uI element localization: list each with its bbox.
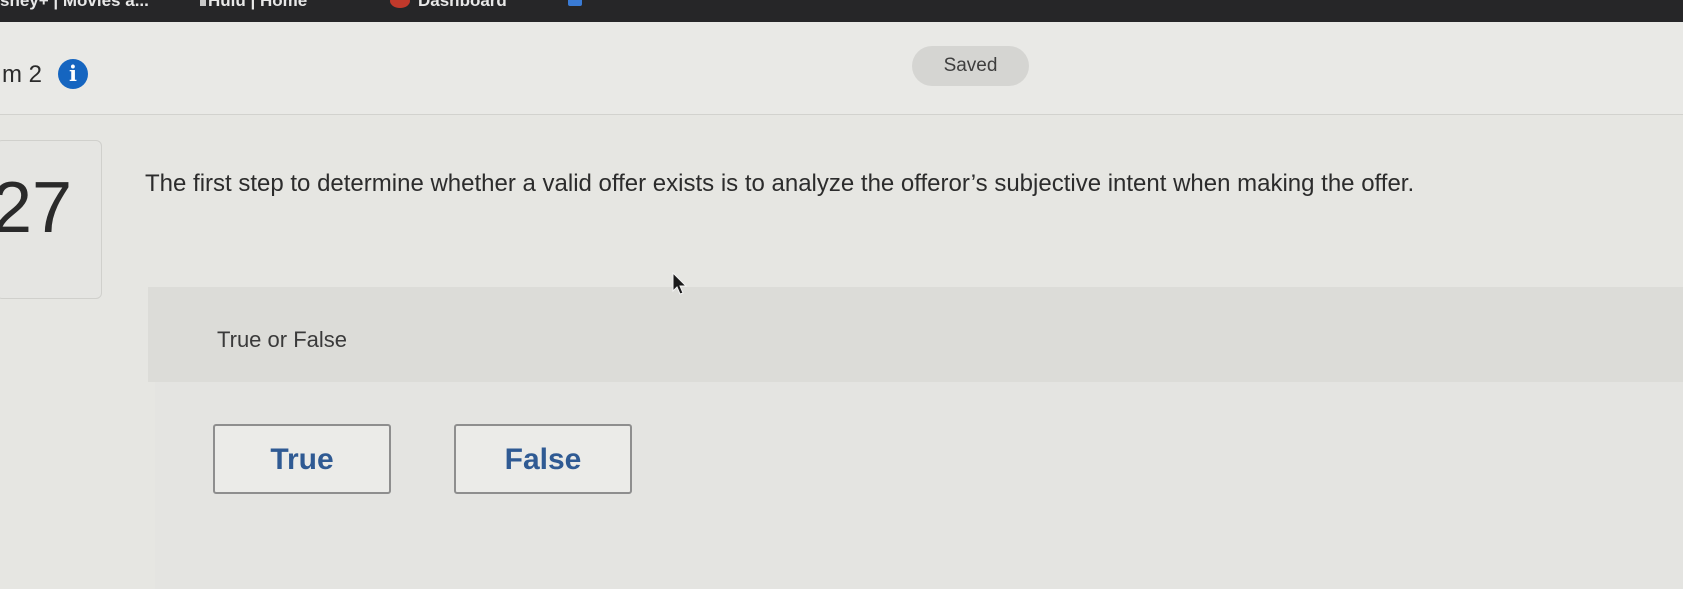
bookmark-dashboard[interactable]: Dashboard	[418, 0, 507, 11]
module-label: m 2	[2, 61, 43, 88]
instruction-bar: True or False	[148, 287, 1683, 382]
bookmark-hulu[interactable]: Hulu | Home	[208, 0, 307, 11]
bookmark-bar: sney+ | Movies a... Hulu | Home Dashboar…	[0, 0, 1683, 22]
saved-status-badge: Saved	[912, 46, 1029, 86]
hulu-icon	[200, 0, 206, 6]
bookmark-icon	[568, 0, 582, 6]
bookmark-disney[interactable]: sney+ | Movies a...	[0, 0, 149, 11]
question-prompt: The first step to determine whether a va…	[145, 170, 1415, 197]
info-icon[interactable]: i	[58, 59, 88, 89]
question-number: 27	[0, 168, 73, 248]
question-type-label: True or False	[217, 327, 348, 352]
false-button[interactable]: False	[454, 424, 632, 494]
assignment-header: m 2 i Saved	[0, 22, 1683, 115]
page: sney+ | Movies a... Hulu | Home Dashboar…	[0, 0, 1683, 589]
dashboard-icon	[390, 0, 410, 8]
true-button[interactable]: True	[213, 424, 391, 494]
mouse-cursor-icon	[672, 272, 688, 295]
